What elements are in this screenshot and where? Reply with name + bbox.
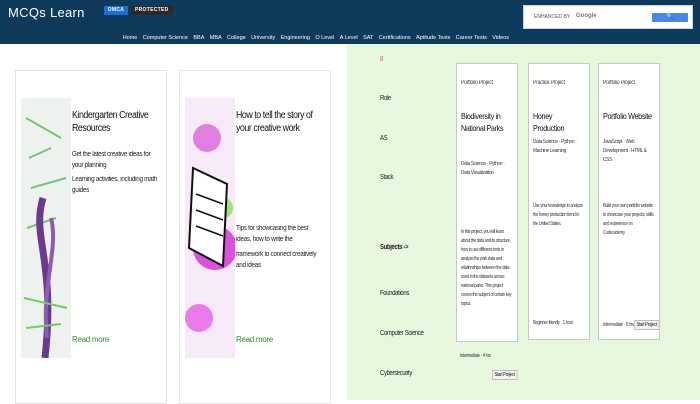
filter-label: 8 xyxy=(380,56,383,63)
protected-badge[interactable]: PROTECTED xyxy=(131,6,173,15)
main-nav: Home Computer Science BBA MBA College Un… xyxy=(120,34,512,44)
search-enhanced-label: ENHANCED BY xyxy=(534,14,571,20)
content-area: Kindergarten Creative Resources Get the … xyxy=(0,44,347,404)
dmca-badge[interactable]: DMCA xyxy=(104,6,129,15)
nav-bba[interactable]: BBA xyxy=(191,34,207,44)
project-card-biodiversity[interactable]: Portfolio Project Biodiversity in Nation… xyxy=(456,63,518,342)
project-footer: Intermediate · 4 hrs xyxy=(460,353,491,359)
card-image-kindergarten xyxy=(21,98,71,358)
subject-cybersecurity[interactable]: Cybersecurity xyxy=(380,370,412,377)
subject-foundations[interactable]: Foundations xyxy=(380,290,409,297)
project-tags: Data Science · Python · Machine Learning xyxy=(533,139,577,154)
nav-university[interactable]: University xyxy=(248,34,278,44)
nav-college[interactable]: College xyxy=(224,34,248,44)
card-description-2: framework to connect creatively and idea… xyxy=(236,251,317,269)
nav-mba[interactable]: MBA xyxy=(207,34,224,44)
nav-home[interactable]: Home xyxy=(120,34,140,44)
card-title[interactable]: Kindergarten Creative Resources xyxy=(72,109,153,135)
subjects-heading[interactable]: Subjects -> xyxy=(380,244,409,251)
project-description: Build your own portfolio website to show… xyxy=(603,203,654,236)
projects-panel: 8 Role AS Stack Subjects -> Foundations … xyxy=(347,44,700,400)
top-header: MCQs Learn DMCA PROTECTED ENHANCED BY Go… xyxy=(0,0,700,44)
nav-o-level[interactable]: O Level xyxy=(313,34,337,44)
nav-career-tests[interactable]: Career Tests xyxy=(453,34,489,44)
site-logo[interactable]: MCQs Learn xyxy=(8,5,85,20)
nav-a-level[interactable]: A Level xyxy=(337,34,360,44)
resource-card[interactable]: Kindergarten Creative Resources Get the … xyxy=(15,70,167,404)
card-description-2: Learning activities, including math guid… xyxy=(72,176,158,194)
project-footer: Beginner-friendly · 1 hour xyxy=(533,320,573,326)
filter-role[interactable]: Role xyxy=(380,95,391,102)
nav-certifications[interactable]: Certifications xyxy=(376,34,413,44)
project-type: Portfolio Project xyxy=(603,80,635,86)
nav-engineering[interactable]: Engineering xyxy=(278,34,313,44)
project-tags: JavaScript · Web Development · HTML & CS… xyxy=(603,139,647,163)
subjects-arrow-icon: -> xyxy=(403,244,409,251)
project-type: Portfolio Project xyxy=(461,80,493,86)
project-title[interactable]: Portfolio Website xyxy=(603,110,652,122)
subjects-label: Subjects xyxy=(380,244,403,251)
search-icon: 🔍 xyxy=(666,14,674,20)
project-card-honey[interactable]: Practice Project Honey Production Data S… xyxy=(528,63,590,340)
project-tags: Data Science · Python · Data Visualizati… xyxy=(461,161,505,176)
project-title[interactable]: Biodiversity in National Parks xyxy=(461,110,510,134)
project-card-portfolio[interactable]: Portfolio Project Portfolio Website Java… xyxy=(598,63,660,340)
nav-computer-science[interactable]: Computer Science xyxy=(140,34,191,44)
nav-aptitude-tests[interactable]: Aptitude Tests xyxy=(413,34,453,44)
read-more-link[interactable]: Read more xyxy=(236,335,273,344)
search-box[interactable]: ENHANCED BY Google 🔍 xyxy=(523,5,693,29)
start-project-button[interactable]: Start Project xyxy=(492,370,518,380)
subject-computer-science[interactable]: Computer Science xyxy=(380,330,424,337)
read-more-link[interactable]: Read more xyxy=(72,335,109,344)
filter-as[interactable]: AS xyxy=(380,135,388,142)
search-brand: Google xyxy=(576,13,597,19)
search-button[interactable]: 🔍 xyxy=(652,13,688,22)
card-title[interactable]: How to tell the story of your creative w… xyxy=(236,109,317,135)
project-description: Use your knowledge to analyze the honey … xyxy=(533,203,583,227)
card-description: Get the latest creative ideas for your p… xyxy=(72,151,151,169)
nav-sat[interactable]: SAT xyxy=(360,34,376,44)
filter-stack[interactable]: Stack xyxy=(380,174,394,181)
project-description: In this project, you will learn about th… xyxy=(461,229,512,307)
card-image-story xyxy=(185,98,235,358)
resource-card[interactable]: How to tell the story of your creative w… xyxy=(179,70,331,404)
card-description: Tips for showcasing the best ideas, how … xyxy=(236,225,309,243)
project-title[interactable]: Honey Production xyxy=(533,110,582,134)
start-project-button[interactable]: Start Project xyxy=(634,320,660,330)
nav-videos[interactable]: Videos xyxy=(490,34,512,44)
project-footer: Intermediate · 5 hrs xyxy=(603,322,634,328)
project-type: Practice Project xyxy=(533,80,565,86)
